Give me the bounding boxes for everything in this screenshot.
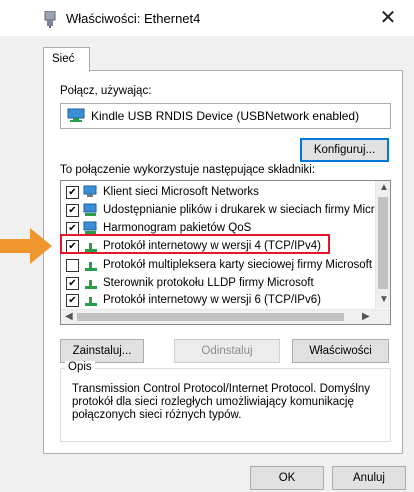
configure-button[interactable]: Konfiguruj... bbox=[300, 138, 389, 162]
close-button[interactable]: ✕ bbox=[374, 4, 402, 32]
device-field: Kindle USB RNDIS Device (USBNetwork enab… bbox=[60, 103, 391, 129]
arrow-icon bbox=[0, 228, 52, 264]
network-service-icon bbox=[83, 221, 97, 234]
device-name: Kindle USB RNDIS Device (USBNetwork enab… bbox=[91, 109, 360, 123]
network-client-icon bbox=[83, 185, 97, 197]
components-label: To połączenie wykorzystuje następujące s… bbox=[60, 164, 316, 176]
uninstall-button[interactable]: Odinstaluj bbox=[174, 339, 280, 363]
scroll-left-icon[interactable]: ◀ bbox=[65, 311, 73, 322]
description-text: Transmission Control Protocol/Internet P… bbox=[72, 383, 371, 421]
list-item[interactable]: Protokół multipleksera karty sieciowej f… bbox=[61, 257, 376, 274]
properties-button[interactable]: Właściwości bbox=[292, 339, 389, 363]
properties-dialog: Właściwości: Ethernet4 ✕ Sieć Połącz, uż… bbox=[0, 0, 414, 492]
scroll-up-icon[interactable]: ▲ bbox=[379, 182, 389, 193]
checkbox[interactable]: ✔ bbox=[66, 277, 79, 290]
scroll-thumb[interactable] bbox=[77, 313, 344, 321]
checkbox[interactable]: ✔ bbox=[66, 204, 79, 217]
file-printer-sharing-icon bbox=[83, 203, 97, 216]
list-item[interactable]: ✔ Klient sieci Microsoft Networks bbox=[61, 184, 376, 201]
list-item[interactable]: ✔ Protokół internetowy w wersji 6 (TCP/I… bbox=[61, 292, 376, 309]
connect-using-label: Połącz, używając: bbox=[60, 85, 152, 97]
checkbox[interactable]: ✔ bbox=[66, 294, 79, 307]
protocol-icon bbox=[85, 262, 97, 271]
title-bar: Właściwości: Ethernet4 ✕ bbox=[0, 0, 414, 36]
scroll-down-icon[interactable]: ▼ bbox=[379, 294, 389, 305]
list-item-label: Klient sieci Microsoft Networks bbox=[103, 186, 259, 198]
cancel-button[interactable]: Anuluj bbox=[332, 466, 406, 490]
tab-siec[interactable]: Sieć bbox=[43, 47, 90, 72]
horizontal-scrollbar[interactable]: ◀ ▶ bbox=[61, 309, 390, 324]
list-item-label: Protokół multipleksera karty sieciowej f… bbox=[103, 259, 373, 271]
checkbox[interactable]: ✔ bbox=[66, 186, 79, 199]
list-item-label: Harmonogram pakietów QoS bbox=[103, 222, 252, 234]
window-title: Właściwości: Ethernet4 bbox=[66, 11, 201, 26]
network-adapter-icon bbox=[67, 108, 85, 122]
checkbox[interactable] bbox=[66, 259, 79, 272]
list-item[interactable]: ✔ Udostępnianie plików i drukarek w siec… bbox=[61, 202, 387, 219]
list-item[interactable]: ✔ Sterownik protokołu LLDP firmy Microso… bbox=[61, 275, 376, 292]
protocol-icon bbox=[85, 297, 97, 306]
ok-button[interactable]: OK bbox=[250, 466, 324, 490]
network-adapter-icon bbox=[44, 11, 56, 28]
highlight-box bbox=[60, 234, 330, 254]
protocol-icon bbox=[85, 280, 97, 289]
description-title: Opis bbox=[65, 361, 95, 373]
scroll-right-icon[interactable]: ▶ bbox=[362, 311, 370, 322]
install-button[interactable]: Zainstaluj... bbox=[60, 339, 144, 363]
scroll-thumb[interactable] bbox=[378, 197, 388, 289]
list-item-label: Sterownik protokołu LLDP firmy Microsoft bbox=[103, 277, 314, 289]
list-item-label: Udostępnianie plików i drukarek w siecia… bbox=[103, 204, 387, 216]
tab-label: Sieć bbox=[52, 53, 75, 65]
list-item-label: Protokół internetowy w wersji 6 (TCP/IPv… bbox=[103, 294, 321, 306]
vertical-scrollbar[interactable]: ▲ ▼ bbox=[375, 181, 390, 308]
